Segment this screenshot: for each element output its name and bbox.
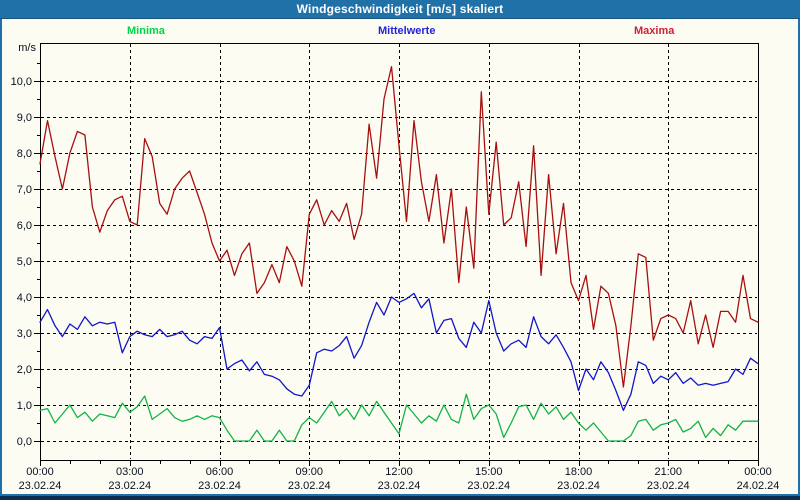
x-axis-time-label: 00:00 xyxy=(744,466,772,478)
x-axis-date-label: 23.02.24 xyxy=(19,480,62,492)
x-axis-time-label: 03:00 xyxy=(116,466,144,478)
y-axis-tick-label: 6,0 xyxy=(17,220,32,232)
plot-frame xyxy=(40,43,759,461)
x-axis-time-label: 15:00 xyxy=(475,466,503,478)
x-axis-date-label: 24.02.24 xyxy=(737,480,780,492)
x-axis-time-label: 21:00 xyxy=(654,466,682,478)
x-axis-date-label: 23.02.24 xyxy=(557,480,600,492)
title-bar: Windgeschwindigkeit [m/s] skaliert xyxy=(0,0,800,19)
y-axis-unit-label: m/s xyxy=(18,42,36,54)
x-axis-time-label: 06:00 xyxy=(206,466,234,478)
y-axis-tick-label: 7,0 xyxy=(17,184,32,196)
window-title: Windgeschwindigkeit [m/s] skaliert xyxy=(296,2,504,16)
minima-line xyxy=(39,393,759,442)
app-window: Windgeschwindigkeit [m/s] skaliert Minim… xyxy=(0,0,800,500)
maxima-line xyxy=(39,65,759,388)
y-axis-tick-label: 8,0 xyxy=(17,148,32,160)
legend-minima: Minima xyxy=(127,25,165,37)
x-axis-date-label: 23.02.24 xyxy=(378,480,421,492)
window-border-left xyxy=(0,19,2,500)
mittelwerte-line xyxy=(39,292,759,412)
legend-mittelwerte: Mittelwerte xyxy=(378,25,436,37)
y-axis-tick-label: 9,0 xyxy=(17,112,32,124)
y-axis-tick-label: 10,0 xyxy=(11,76,32,88)
window-bottom-strip xyxy=(0,496,800,500)
x-axis-time-label: 09:00 xyxy=(295,466,323,478)
x-axis-date-label: 23.02.24 xyxy=(288,480,331,492)
x-axis-time-label: 18:00 xyxy=(565,466,593,478)
x-axis-time-label: 12:00 xyxy=(385,466,413,478)
y-axis-tick-label: 4,0 xyxy=(17,292,32,304)
x-axis-date-label: 23.02.24 xyxy=(467,480,510,492)
y-axis-tick-label: 3,0 xyxy=(17,328,32,340)
y-axis-tick-label: 1,0 xyxy=(17,400,32,412)
x-axis-date-label: 23.02.24 xyxy=(647,480,690,492)
x-axis-time-label: 00:00 xyxy=(26,466,54,478)
legend-maxima: Maxima xyxy=(634,25,675,37)
x-axis-date-label: 23.02.24 xyxy=(198,480,241,492)
y-axis-tick-label: 0,0 xyxy=(17,436,32,448)
wind-speed-chart: 0,0 1,0 2,0 3,0 4,0 5,0 6,0 7,0 8,0 9,0 10,0 m/s 00:… xyxy=(11,42,780,492)
y-axis-tick-label: 5,0 xyxy=(17,256,32,268)
x-axis-date-label: 23.02.24 xyxy=(108,480,151,492)
y-axis-tick-label: 2,0 xyxy=(17,364,32,376)
